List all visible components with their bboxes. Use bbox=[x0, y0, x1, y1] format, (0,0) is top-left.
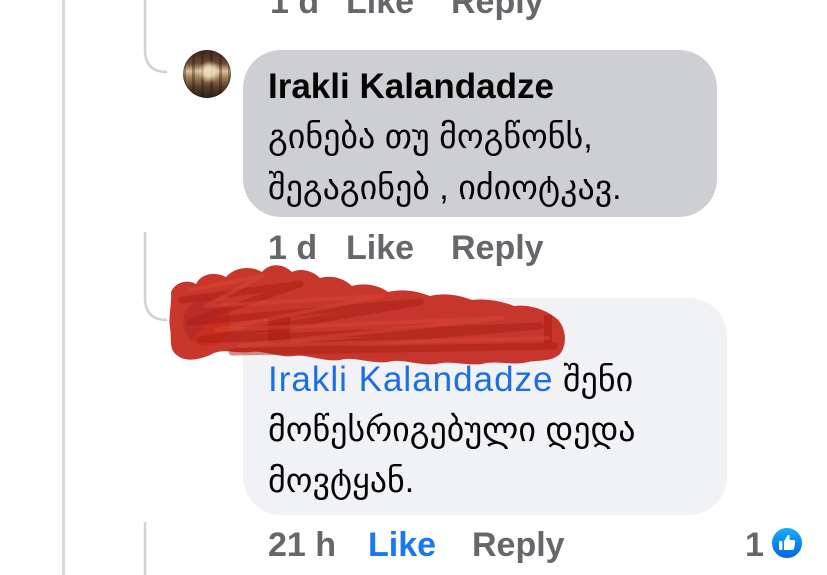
reaction-count[interactable]: 1 bbox=[745, 523, 764, 567]
comment-author[interactable]: Irakli Kalandadze bbox=[268, 61, 717, 112]
redacted-name-fragment bbox=[544, 315, 552, 343]
comment-text-line: მოვტყან. bbox=[268, 462, 415, 500]
comment-actions: 1 d Like Reply bbox=[0, 226, 827, 270]
avatar[interactable] bbox=[183, 298, 231, 346]
reply-button[interactable]: Reply bbox=[451, 226, 544, 270]
comment-time: 21 h bbox=[268, 526, 337, 564]
comment-text-line: გინება თუ მოგწონს, bbox=[268, 118, 593, 156]
avatar[interactable] bbox=[183, 50, 231, 98]
comment-time: 1 d bbox=[268, 229, 318, 267]
thumbs-up-icon[interactable] bbox=[770, 526, 804, 560]
comment-text-line: მოწესრიგებული დედა bbox=[268, 411, 636, 449]
comment-text: შენი bbox=[562, 361, 634, 399]
comment-bubble: Irakli Kalandadze შენი მოწესრიგებული დედ… bbox=[243, 298, 727, 515]
redacted-name-fragment bbox=[268, 317, 290, 343]
previous-comment-actions: 1 d Like Reply bbox=[0, 0, 827, 24]
like-button[interactable]: Like bbox=[346, 226, 414, 270]
mention-link[interactable]: Irakli Kalandadze bbox=[268, 360, 554, 399]
comment-actions: 21 h Like Reply bbox=[0, 523, 827, 567]
reply-button[interactable]: Reply bbox=[451, 0, 544, 24]
comment-text-line: შეგაგინებ , იძიოტკავ. bbox=[268, 169, 622, 207]
like-button[interactable]: Like bbox=[368, 523, 436, 567]
comment-thread: 1 d Like Reply Irakli Kalandadze გინება … bbox=[0, 0, 827, 575]
thread-line bbox=[62, 0, 65, 575]
comment-text-line: Irakli Kalandadze შენი bbox=[268, 354, 727, 405]
comment-bubble: Irakli Kalandadze გინება თუ მოგწონს, შეგ… bbox=[243, 50, 717, 217]
redacted-author-name bbox=[268, 303, 727, 354]
like-button[interactable]: Like bbox=[346, 0, 414, 24]
reply-button[interactable]: Reply bbox=[472, 523, 565, 567]
comment-time: 1 d bbox=[270, 0, 320, 21]
